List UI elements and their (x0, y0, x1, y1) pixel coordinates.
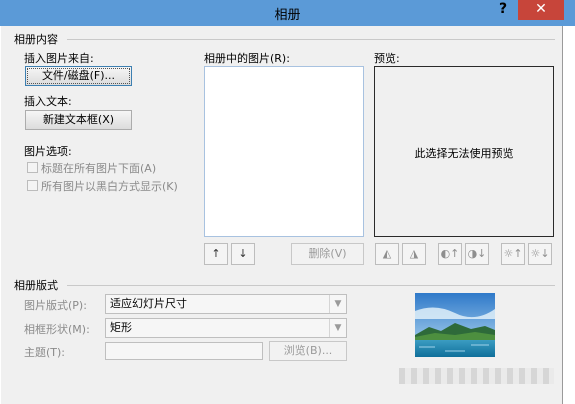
move-down-button[interactable]: ↓ (231, 243, 255, 265)
caption-below-label: 标题在所有图片下面(A) (41, 162, 157, 175)
frame-shape-dropdown[interactable]: 矩形 ▼ (105, 318, 347, 338)
caption-below-checkbox[interactable] (27, 162, 38, 173)
album-layout-section-label: 相册版式 (14, 279, 58, 292)
contrast-down-button[interactable]: ◑↓ (465, 243, 489, 265)
theme-input[interactable] (105, 342, 263, 360)
close-button[interactable]: ✕ (518, 0, 564, 20)
picture-layout-label: 图片版式(P): (24, 299, 87, 312)
insert-picture-from-label: 插入图片来自: (24, 52, 94, 65)
black-white-checkbox[interactable] (27, 180, 38, 191)
frame-shape-label: 相框形状(M): (24, 323, 90, 336)
obscured-buttons (399, 368, 554, 384)
rotate-left-icon: ◭ (382, 247, 392, 260)
rotate-left-button[interactable]: ◭ (375, 243, 399, 265)
move-down-icon: ↓ (238, 247, 248, 260)
theme-label: 主题(T): (24, 346, 66, 359)
brightness-down-icon: ☼↓ (530, 247, 550, 260)
layout-preview-image (415, 293, 495, 357)
brightness-up-icon: ☼↑ (503, 247, 523, 260)
rotate-right-icon: ◮ (409, 247, 419, 260)
no-preview-text: 此选择无法使用预览 (414, 147, 514, 160)
chevron-down-icon: ▼ (329, 319, 346, 337)
rotate-right-button[interactable]: ◮ (402, 243, 426, 265)
help-icon[interactable]: ? (495, 1, 511, 19)
pictures-listbox[interactable] (204, 66, 364, 237)
chevron-down-icon: ▼ (329, 295, 346, 313)
file-disk-button[interactable]: 文件/磁盘(F)... (25, 66, 132, 86)
black-white-label: 所有图片以黑白方式显示(K) (41, 180, 178, 193)
title-bar: 相册 ? ✕ (0, 0, 575, 26)
new-textbox-button[interactable]: 新建文本框(X) (25, 110, 132, 130)
section-divider (67, 285, 555, 286)
background-window-edge (563, 26, 575, 404)
preview-pane: 此选择无法使用预览 (374, 66, 554, 237)
section-divider (67, 39, 555, 40)
move-up-button[interactable]: ↑ (204, 243, 228, 265)
pictures-list-label: 相册中的图片(R): (204, 52, 290, 65)
brightness-up-button[interactable]: ☼↑ (501, 243, 525, 265)
contrast-up-icon: ◐↑ (440, 247, 460, 260)
album-content-section-label: 相册内容 (14, 33, 58, 46)
browse-button[interactable]: 浏览(B)... (269, 341, 347, 361)
preview-label: 预览: (374, 52, 400, 65)
insert-text-label: 插入文本: (24, 95, 72, 108)
picture-options-label: 图片选项: (24, 145, 72, 158)
picture-layout-value: 适应幻灯片尺寸 (110, 297, 187, 310)
contrast-down-icon: ◑↓ (467, 247, 487, 260)
brightness-down-button[interactable]: ☼↓ (528, 243, 552, 265)
delete-button[interactable]: 删除(V) (291, 243, 364, 265)
dialog-title: 相册 (274, 8, 301, 23)
picture-layout-dropdown[interactable]: 适应幻灯片尺寸 ▼ (105, 294, 347, 314)
frame-shape-value: 矩形 (110, 321, 132, 334)
contrast-up-button[interactable]: ◐↑ (438, 243, 462, 265)
move-up-icon: ↑ (211, 247, 221, 260)
